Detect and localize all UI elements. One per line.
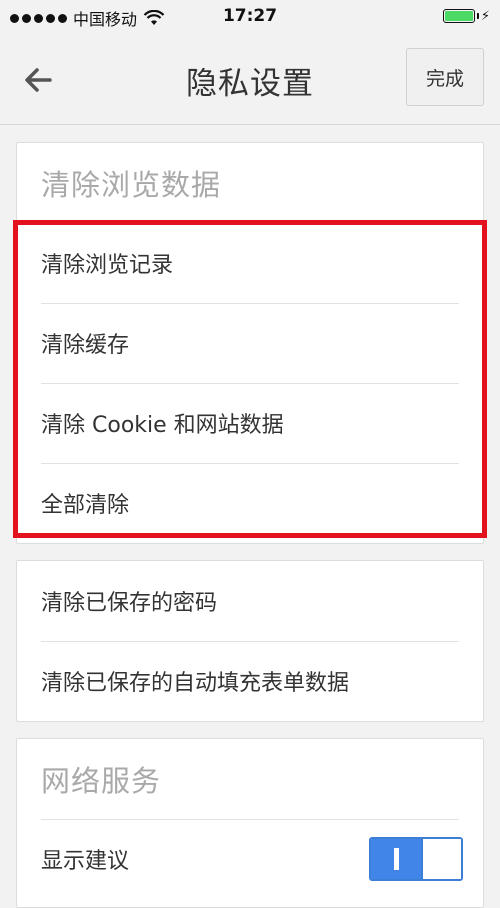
list-item-label: 清除缓存: [41, 333, 130, 358]
battery-icon: [442, 9, 475, 23]
done-button[interactable]: 完成: [406, 48, 484, 106]
show-suggestions-item: 显示建议: [17, 819, 483, 899]
clear-cache-item[interactable]: 清除缓存: [17, 303, 483, 383]
clear-browsing-card: 清除浏览数据 清除浏览记录 清除缓存 清除 Cookie 和网站数据 全部清除: [16, 142, 484, 544]
clear-all-item[interactable]: 全部清除: [17, 463, 483, 543]
section-header-network: 网络服务: [41, 764, 162, 798]
charging-icon: ⚡: [480, 8, 490, 24]
list-item-label: 全部清除: [41, 493, 130, 518]
list-item-label: 显示建议: [41, 849, 130, 874]
battery-indicator: ⚡: [442, 8, 490, 24]
status-bar: 中国移动 17:27 ⚡: [0, 0, 500, 34]
clear-history-item[interactable]: 清除浏览记录: [17, 223, 483, 303]
list-item-label: 清除浏览记录: [41, 253, 174, 278]
network-card: 网络服务 显示建议: [16, 738, 484, 908]
clear-passwords-item[interactable]: 清除已保存的密码: [17, 561, 483, 641]
saved-data-card: 清除已保存的密码 清除已保存的自动填充表单数据: [16, 560, 484, 722]
section-header-clear-browsing: 清除浏览数据: [41, 168, 222, 202]
nav-bar: 隐私设置 完成: [0, 34, 500, 125]
clear-cookies-item[interactable]: 清除 Cookie 和网站数据: [17, 383, 483, 463]
list-item-label: 清除 Cookie 和网站数据: [41, 413, 284, 438]
list-item-label: 清除已保存的自动填充表单数据: [41, 671, 350, 696]
list-item-label: 清除已保存的密码: [41, 591, 218, 616]
status-time: 17:27: [222, 6, 278, 26]
clear-autofill-item[interactable]: 清除已保存的自动填充表单数据: [17, 641, 483, 721]
show-suggestions-toggle[interactable]: [369, 837, 463, 881]
